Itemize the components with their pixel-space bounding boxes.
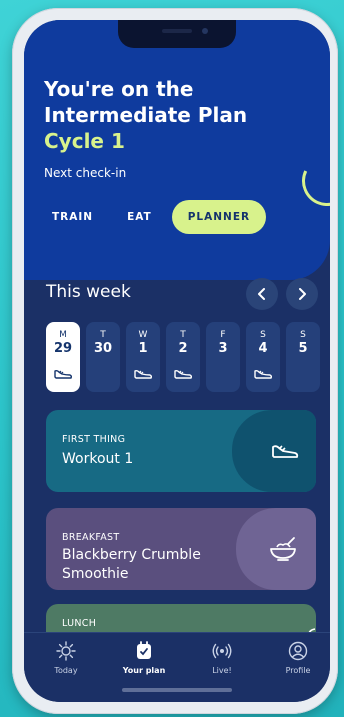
app-screen: You're on the Intermediate Plan Cycle 1 …: [24, 20, 330, 702]
nav-label: Live!: [212, 666, 232, 675]
day-number: 30: [93, 341, 113, 356]
sneaker-icon: [134, 369, 153, 379]
day-sunday[interactable]: S 5: [286, 322, 320, 392]
chevron-right-icon: [299, 288, 306, 300]
day-letter: F: [220, 330, 226, 340]
sun-icon: [56, 641, 76, 661]
day-number: 1: [138, 341, 148, 356]
speaker-grille: [162, 29, 192, 33]
tab-planner[interactable]: PLANNER: [171, 200, 267, 234]
tab-eat[interactable]: EAT: [113, 200, 166, 234]
broadcast-icon: [212, 643, 232, 659]
card-title: Blackberry Crumble Smoothie: [62, 547, 201, 582]
calendar-icon: [137, 641, 151, 659]
next-week-button[interactable]: [286, 278, 318, 310]
week-title: This week: [46, 282, 131, 302]
decorative-arc: [294, 148, 330, 214]
card-title: Workout 1: [62, 451, 134, 467]
day-number: 4: [258, 341, 268, 356]
week-day-strip: M 29 T 30 W 1 T 2 F 3 S 4 S 5: [46, 322, 320, 392]
next-checkin: Next check-in 28 days: [44, 166, 127, 482]
previous-week-button[interactable]: [246, 278, 278, 310]
sneaker-icon: [272, 445, 299, 458]
nav-live[interactable]: Live!: [192, 641, 252, 681]
nav-label: Profile: [285, 666, 311, 675]
checkin-prefix: Next check-in: [44, 166, 127, 180]
profile-icon: [288, 641, 308, 661]
day-letter: T: [100, 330, 106, 340]
sneaker-icon: [174, 369, 193, 379]
card-label: BREAKFAST: [62, 532, 120, 543]
day-letter: W: [138, 330, 148, 340]
day-thursday[interactable]: T 2: [166, 322, 200, 392]
device-notch: [118, 20, 236, 48]
nav-label: Your plan: [122, 666, 166, 675]
day-wednesday[interactable]: W 1: [126, 322, 160, 392]
day-number: 3: [218, 341, 228, 356]
tab-train[interactable]: TRAIN: [38, 200, 107, 234]
plan-header: You're on the Intermediate Plan Cycle 1 …: [24, 20, 330, 482]
day-letter: S: [300, 330, 306, 340]
plan-title-line2: Intermediate Plan: [44, 103, 248, 127]
nav-profile[interactable]: Profile: [268, 641, 328, 681]
cycle-label: Cycle 1: [44, 129, 125, 153]
day-friday[interactable]: F 3: [206, 322, 240, 392]
home-indicator: [122, 688, 232, 692]
day-monday[interactable]: M 29: [46, 322, 80, 392]
day-number: 29: [53, 341, 73, 356]
day-number: 5: [298, 341, 308, 356]
breakfast-card[interactable]: BREAKFAST Blackberry Crumble Smoothie: [46, 508, 316, 590]
nav-label: Today: [54, 666, 78, 675]
day-saturday[interactable]: S 4: [246, 322, 280, 392]
day-number: 2: [178, 341, 188, 356]
day-letter: S: [260, 330, 266, 340]
day-tuesday[interactable]: T 30: [86, 322, 120, 392]
sneaker-icon: [54, 369, 73, 379]
plan-title-line1: You're on the: [44, 77, 194, 101]
plan-tabs: TRAIN EAT PLANNER: [38, 200, 267, 234]
day-letter: M: [59, 330, 67, 340]
nav-your-plan[interactable]: Your plan: [114, 641, 174, 681]
day-letter: T: [180, 330, 186, 340]
workout-card[interactable]: FIRST THING Workout 1: [46, 410, 316, 492]
nav-today[interactable]: Today: [36, 641, 96, 681]
bowl-icon: [270, 537, 296, 561]
card-label: LUNCH: [62, 618, 97, 629]
camera-icon: [202, 28, 208, 34]
sneaker-icon: [254, 369, 273, 379]
chevron-left-icon: [258, 288, 265, 300]
card-label: FIRST THING: [62, 434, 126, 445]
